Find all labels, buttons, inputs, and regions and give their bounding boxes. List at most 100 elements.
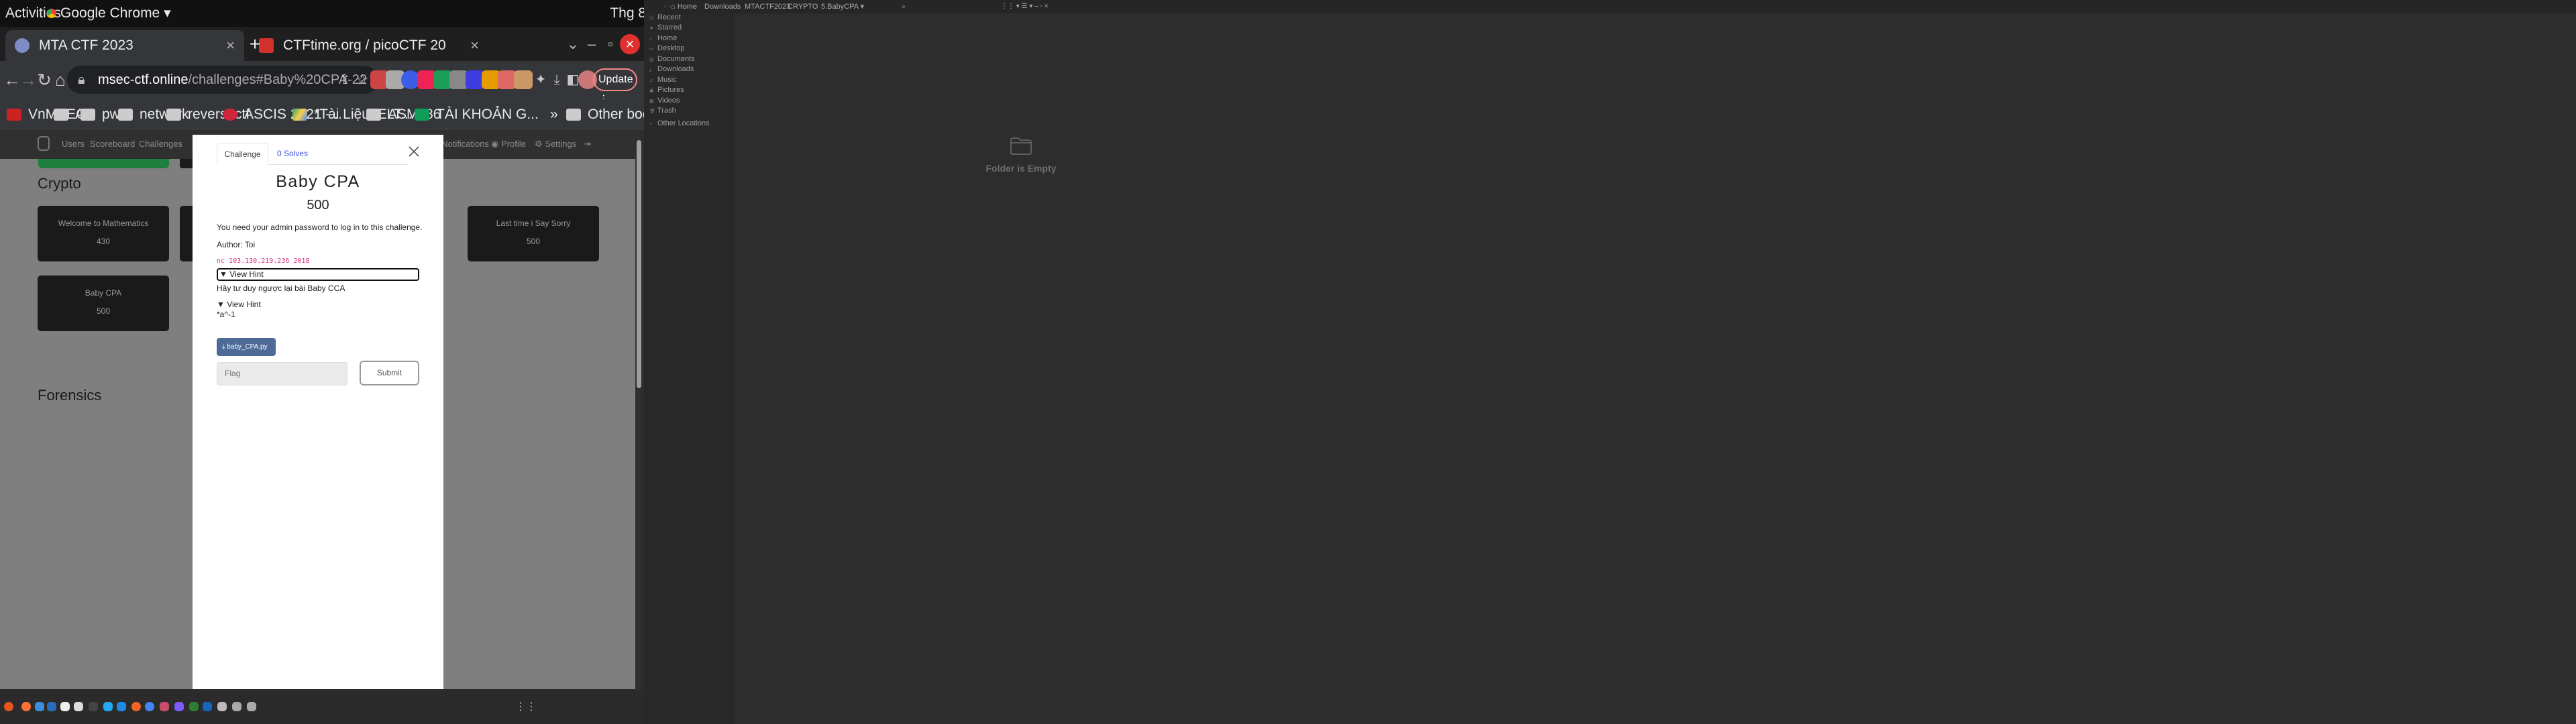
favicon-icon	[7, 109, 21, 121]
text-editor-icon[interactable]	[60, 702, 70, 711]
sidebar-item-desktop[interactable]: ▭ Desktop	[649, 44, 684, 52]
page-content: Users Scoreboard Challenges 🔔︎ Notificat…	[0, 129, 635, 689]
app-icon[interactable]	[247, 702, 256, 711]
view-options-icon[interactable]: ⋮⋮ ▾ ☰ ▾ – ▫ ×	[1001, 0, 1049, 13]
files-header: ‹ › ⌂ Home Downloads MTACTF2023 CRYPTO 5…	[644, 0, 2576, 13]
show-apps-icon[interactable]: ⋮⋮	[515, 700, 537, 713]
nav-settings[interactable]: ⚙ Settings	[535, 129, 576, 159]
sidebar-item-documents[interactable]: ▤ Documents	[649, 55, 695, 63]
sidebar-item-label: Trash	[657, 107, 676, 115]
card-title: Last time i Say Sorry	[496, 219, 571, 228]
files-sidebar: ◷ Recent ★ Starred ⌂ Home ▭ Desktop ▤ Documen…	[644, 13, 733, 724]
folder-icon	[566, 109, 581, 121]
app-icon[interactable]	[117, 702, 126, 711]
sidebar-item-label: Desktop	[657, 44, 685, 52]
sidebar-item-starred[interactable]: ★ Starred	[649, 23, 682, 32]
close-tab-icon[interactable]: ×	[470, 37, 479, 54]
sidebar-item-home[interactable]: ⌂ Home	[649, 34, 677, 42]
file-manager-icon[interactable]	[74, 702, 83, 711]
breadcrumb-babycpa[interactable]: 5.BabyCPA ▾	[821, 0, 864, 13]
challenge-modal: Challenge 0 Solves Baby CPA 500 You need…	[193, 135, 443, 689]
folder-icon	[166, 109, 181, 121]
sidebar-item-label: Documents	[657, 55, 695, 63]
nav-scoreboard[interactable]: Scoreboard	[90, 129, 135, 159]
view-hint-toggle[interactable]: ▼ View Hint	[217, 268, 419, 281]
close-icon[interactable]	[407, 145, 421, 158]
home-icon: ⌂	[649, 37, 653, 42]
bookmark-label: TÀI KHOẢN G...	[436, 107, 539, 122]
logout-icon[interactable]: ⇥	[584, 129, 591, 159]
nav-challenges[interactable]: Challenges	[139, 129, 182, 159]
desktop-icon: ▭	[649, 47, 654, 52]
search-icon[interactable]: ⌕	[902, 0, 906, 13]
tab-mta-ctf[interactable]: MTA CTF 2023 ×	[5, 30, 244, 61]
update-button[interactable]: Update ⋮	[593, 68, 637, 105]
folder-icon	[80, 109, 95, 121]
close-tab-icon[interactable]: ×	[226, 37, 235, 54]
picture-icon: ▣	[649, 88, 654, 93]
breadcrumb-crypto[interactable]: CRYPTO	[788, 0, 818, 13]
breadcrumb-mtactf2023[interactable]: MTACTF2023	[745, 0, 790, 13]
bookmark-tai-khoan[interactable]: TÀI KHOẢN G...	[415, 99, 539, 129]
vscode-icon[interactable]	[103, 702, 113, 711]
burp-icon[interactable]	[131, 702, 141, 711]
sidebar-item-label: Downloads	[657, 65, 694, 73]
modal-tabs: Challenge 0 Solves	[217, 143, 409, 165]
page-scrollbar[interactable]	[635, 129, 643, 689]
app-icon[interactable]	[160, 702, 169, 711]
sidebar-item-downloads[interactable]: ⤓ Downloads	[649, 65, 694, 73]
terminal-icon[interactable]	[89, 702, 98, 711]
back-icon[interactable]: ‹ ›	[664, 0, 671, 13]
firefox-icon[interactable]	[21, 702, 31, 711]
nav-users[interactable]: Users	[62, 129, 85, 159]
tab-ctftime[interactable]: CTFtime.org / picoCTF 20 ×	[250, 30, 488, 61]
flag-input[interactable]: Flag	[217, 362, 347, 385]
challenge-card[interactable]: Welcome to Mathematics 430	[38, 206, 169, 261]
wireshark-icon[interactable]	[47, 702, 56, 711]
view-hint-toggle[interactable]: ▼ View Hint	[217, 300, 261, 309]
sidebar-item-trash[interactable]: 🗑︎ Trash	[649, 107, 676, 115]
challenge-card-solved[interactable]	[38, 159, 169, 168]
submit-button[interactable]: Submit	[360, 361, 419, 385]
address-bar[interactable]: 🔒︎ msec-ctf.online/challenges#Baby%20CPA…	[67, 66, 378, 94]
app-icon[interactable]	[217, 702, 227, 711]
breadcrumb-downloads[interactable]: Downloads	[704, 0, 741, 13]
challenge-card[interactable]: Last time i Say Sorry 500	[468, 206, 599, 261]
restore-icon[interactable]: ▫	[598, 32, 623, 56]
connection-command: nc 103.130.219.236 2018	[217, 257, 310, 265]
google-drive-icon	[292, 109, 307, 121]
tab-solves[interactable]: 0 Solves	[277, 143, 308, 165]
ctfd-logo-icon[interactable]	[38, 136, 50, 151]
sidebar-other-locations[interactable]: + Other Locations	[649, 119, 710, 127]
bookmarks-overflow-icon[interactable]: »	[550, 99, 558, 129]
app-icon[interactable]	[174, 702, 184, 711]
sidebar-item-music[interactable]: ♫ Music	[649, 76, 677, 84]
nav-label: Notifications	[441, 139, 489, 149]
challenge-card[interactable]: Baby CPA 500	[38, 276, 169, 331]
sidebar-item-label: Other Locations	[657, 119, 710, 127]
app-icon[interactable]	[189, 702, 199, 711]
tab-challenge[interactable]: Challenge	[217, 143, 268, 165]
app-icon[interactable]	[232, 702, 241, 711]
sidebar-item-pictures[interactable]: ▣ Pictures	[649, 86, 684, 94]
chrome-icon[interactable]	[145, 702, 154, 711]
sidebar-item-recent[interactable]: ◷ Recent	[649, 13, 681, 21]
app-menu[interactable]: Google Chrome ▾	[47, 0, 171, 27]
close-window-icon[interactable]: ×	[620, 34, 640, 54]
update-label: Update	[598, 74, 633, 85]
breadcrumb-label: Home	[677, 3, 698, 11]
nav-profile[interactable]: ◉ Profile	[491, 129, 526, 159]
sidebar-item-videos[interactable]: ▦ Videos	[649, 97, 680, 105]
document-icon: ▤	[649, 58, 654, 62]
new-tab-button[interactable]: +	[243, 32, 267, 56]
app-menu-icon[interactable]	[4, 702, 13, 711]
files-icon[interactable]	[35, 702, 44, 711]
breadcrumb-home[interactable]: ⌂ Home	[671, 0, 697, 13]
ctfd-favicon-icon	[15, 38, 30, 53]
lock-icon: 🔒︎	[78, 72, 85, 87]
scrollbar-thumb[interactable]	[637, 140, 641, 388]
challenge-value: 500	[307, 198, 329, 213]
app-icon[interactable]	[203, 702, 212, 711]
download-file-button[interactable]: ⤓ baby_CPA.py	[217, 338, 276, 356]
sidebar-item-label: Home	[657, 34, 678, 42]
